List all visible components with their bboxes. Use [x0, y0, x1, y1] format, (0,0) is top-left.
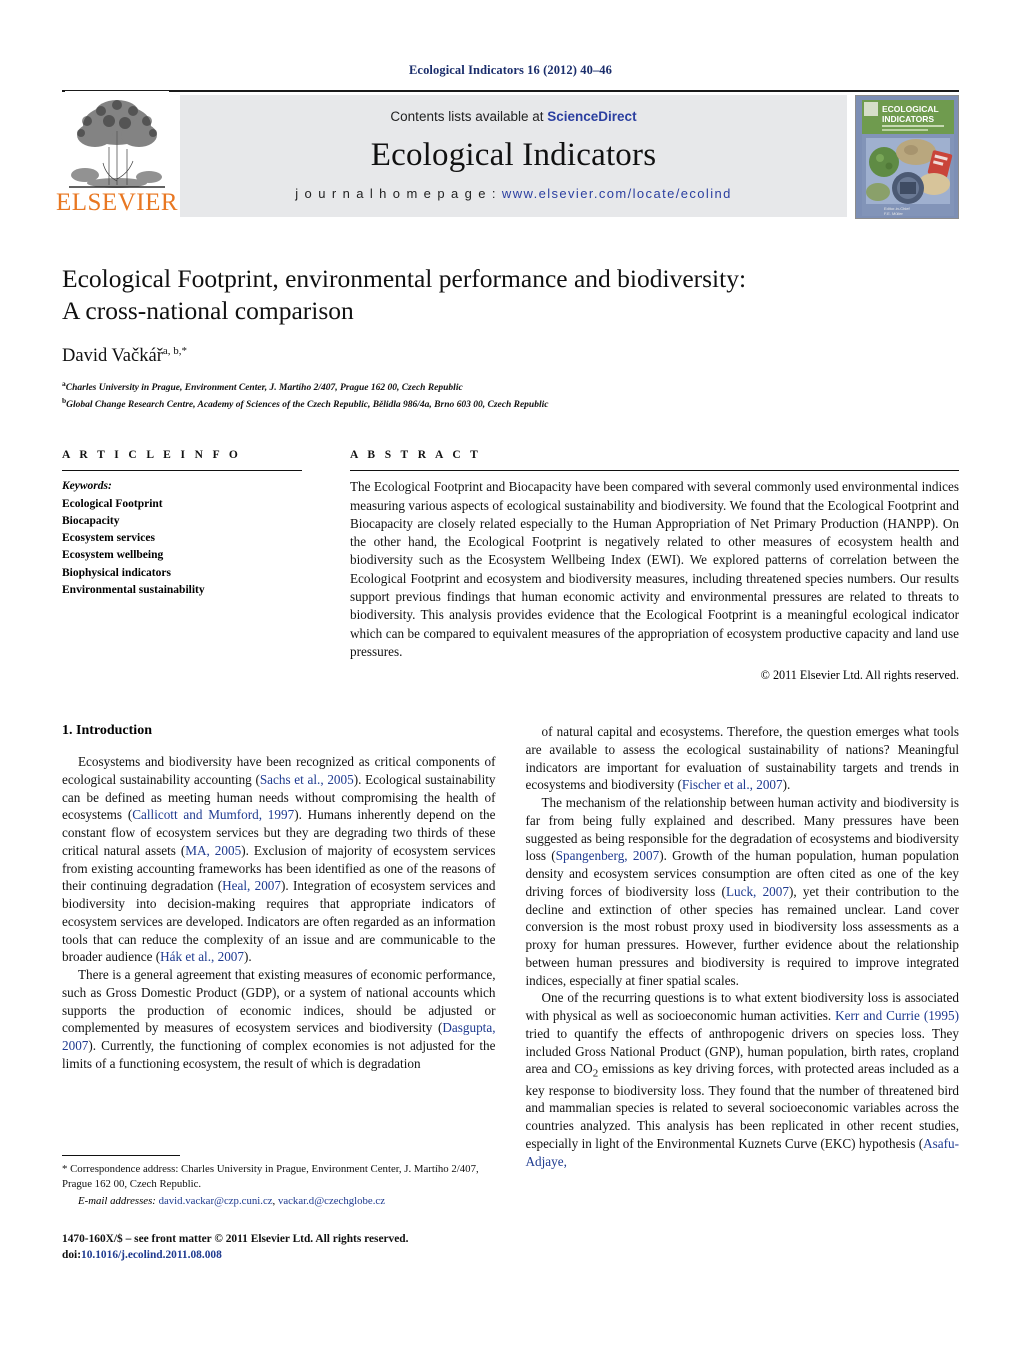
citation-link[interactable]: Kerr and Currie (1995)	[835, 1008, 959, 1023]
homepage-url-link[interactable]: www.elsevier.com/locate/ecolind	[502, 186, 732, 201]
citation-link[interactable]: Fischer et al., 2007	[682, 777, 783, 792]
paragraph-text: ), yet their contribution to the decline…	[525, 883, 960, 988]
doi-link[interactable]: 10.1016/j.ecolind.2011.08.008	[81, 1249, 222, 1261]
citation-link[interactable]: Spangenberg, 2007	[556, 848, 660, 863]
footnote-area: * Correspondence address: Charles Univer…	[62, 1155, 482, 1263]
journal-title: Ecological Indicators	[370, 136, 657, 173]
journal-homepage-line: j o u r n a l h o m e p a g e : www.else…	[295, 186, 732, 201]
email-link-1[interactable]: david.vackar@czp.cuni.cz	[159, 1195, 273, 1207]
paragraph: One of the recurring questions is to wha…	[526, 989, 960, 1170]
running-head: Ecological Indicators 16 (2012) 40–46	[409, 63, 612, 77]
email-link-2[interactable]: vackar.d@czechglobe.cz	[278, 1195, 385, 1207]
paragraph-text: There is a general agreement that existi…	[62, 967, 496, 1036]
keyword-item: Biophysical indicators	[62, 566, 171, 579]
citation-link[interactable]: Sachs et al., 2005	[260, 772, 354, 787]
keywords-label: Keywords:	[62, 480, 112, 493]
paragraph: The mechanism of the relationship betwee…	[526, 794, 960, 989]
abstract-column: A B S T R A C T The Ecological Footprint…	[350, 449, 959, 683]
elsevier-wordmark: ELSEVIER	[55, 189, 179, 216]
doi-label: doi:	[62, 1248, 81, 1261]
info-abstract-row: A R T I C L E I N F O Keywords: Ecologic…	[62, 449, 959, 683]
affiliation-a-text: Charles University in Prague, Environmen…	[65, 383, 463, 394]
elsevier-tree-icon	[65, 91, 169, 189]
email-label: E-mail addresses:	[78, 1194, 156, 1207]
keyword-item: Ecological Footprint	[62, 497, 163, 510]
svg-text:INDICATORS: INDICATORS	[882, 114, 934, 124]
affiliation-b-text: Global Change Research Centre, Academy o…	[66, 400, 549, 411]
correspondence-footnote: * Correspondence address: Charles Univer…	[62, 1162, 482, 1192]
abstract-text: The Ecological Footprint and Biocapacity…	[350, 479, 959, 659]
author-name: David Vačkář	[62, 346, 163, 367]
page-title: Ecological Footprint, environmental perf…	[62, 263, 959, 327]
article-info-heading: A R T I C L E I N F O	[62, 449, 242, 462]
paragraph-text: ). Currently, the functioning of complex…	[62, 1038, 496, 1071]
affiliation-list: aCharles University in Prague, Environme…	[62, 379, 959, 413]
imprint-block: 1470-160X/$ – see front matter © 2011 El…	[62, 1231, 482, 1263]
journal-cover-thumbnail: ECOLOGICAL INDICATORS Editor-in-Chief F.…	[855, 95, 959, 219]
abstract-rule	[350, 470, 959, 472]
affiliation-a: aCharles University in Prague, Environme…	[62, 379, 959, 396]
journal-masthead: ELSEVIER Contents lists available at Sci…	[56, 90, 959, 219]
paragraph-text: ).	[782, 777, 791, 793]
correspondence-text: Correspondence address: Charles Universi…	[62, 1163, 479, 1190]
author-list: David Vačkářa, b,*	[62, 345, 959, 367]
author-affiliation-marks: a, b,*	[162, 345, 187, 358]
svg-text:ECOLOGICAL: ECOLOGICAL	[882, 104, 939, 114]
article-title-line-1: Ecological Footprint, environmental perf…	[62, 264, 747, 293]
affiliation-b: bGlobal Change Research Centre, Academy …	[62, 396, 959, 413]
article-info-column: A R T I C L E I N F O Keywords: Ecologic…	[62, 449, 302, 683]
journal-banner: Contents lists available at ScienceDirec…	[180, 95, 847, 217]
elsevier-logo: ELSEVIER	[56, 91, 178, 217]
keyword-item: Ecosystem wellbeing	[62, 549, 164, 562]
keyword-item: Biocapacity	[62, 514, 120, 527]
paragraph-text: ).	[244, 949, 252, 965]
citation-link[interactable]: MA, 2005	[185, 843, 241, 858]
keyword-item: Ecosystem services	[62, 532, 155, 544]
issn-frontmatter-line: 1470-160X/$ – see front matter © 2011 El…	[62, 1232, 409, 1245]
citation-link[interactable]: Luck, 2007	[726, 884, 789, 899]
paragraph: There is a general agreement that existi…	[62, 966, 496, 1073]
sciencedirect-link[interactable]: ScienceDirect	[547, 109, 636, 124]
title-block: Ecological Footprint, environmental perf…	[62, 263, 959, 413]
body-column-right: of natural capital and ecosystems. There…	[526, 723, 960, 1268]
citation-link[interactable]: Heal, 2007	[222, 878, 281, 893]
doi-line: doi:10.1016/j.ecolind.2011.08.008	[62, 1247, 482, 1263]
article-title-line-2: A cross-national comparison	[62, 296, 354, 326]
abstract-heading: A B S T R A C T	[350, 449, 482, 462]
footnote-rule	[62, 1155, 180, 1156]
citation-link[interactable]: Hák et al., 2007	[160, 949, 244, 964]
article-page: Ecological Indicators 16 (2012) 40–46 EL…	[0, 0, 1021, 1351]
paragraph: of natural capital and ecosystems. There…	[526, 723, 960, 794]
keyword-item: Environmental sustainability	[62, 583, 205, 596]
homepage-label: j o u r n a l h o m e p a g e :	[295, 186, 502, 201]
contents-line: Contents lists available at ScienceDirec…	[390, 109, 636, 124]
section-heading-introduction: 1. Introduction	[62, 723, 152, 739]
email-footnote: E-mail addresses: david.vackar@czp.cuni.…	[62, 1194, 482, 1209]
svg-text:F.E. Müller: F.E. Müller	[884, 211, 904, 216]
contents-line-prefix: Contents lists available at	[390, 109, 548, 124]
citation-link[interactable]: Callicott and Mumford, 1997	[132, 807, 294, 822]
article-info-rule	[62, 470, 302, 472]
abstract-copyright: © 2011 Elsevier Ltd. All rights reserved…	[760, 668, 959, 683]
paragraph: Ecosystems and biodiversity have been re…	[62, 753, 496, 966]
